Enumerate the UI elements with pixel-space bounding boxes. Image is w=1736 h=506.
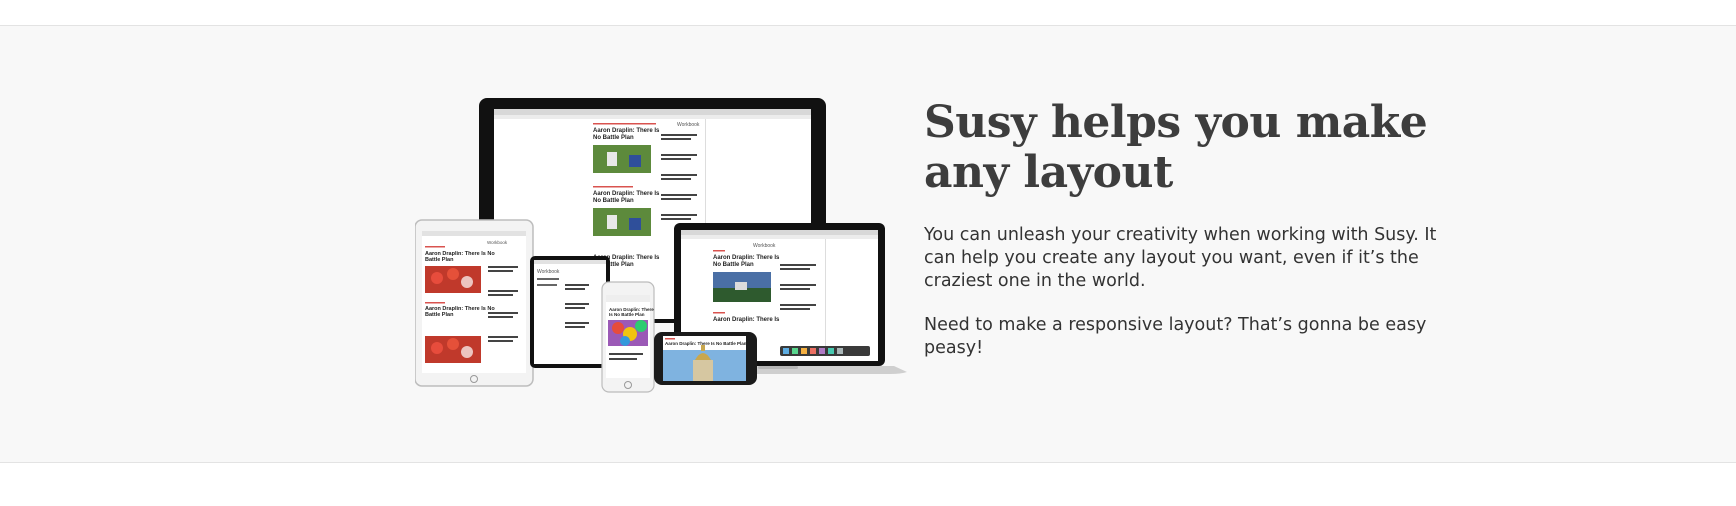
svg-text:Aaron Draplin: There Is: Aaron Draplin: There Is [713,317,780,323]
phone-portrait-icon: Aaron Draplin: There Is No Battle Plan [601,281,655,393]
svg-text:No Battle Plan: No Battle Plan [593,135,634,141]
responsive-devices-illustration: Workbook Aaron Draplin: There Is No Batt… [415,98,907,393]
feature-paragraph-creativity: You can unleash your creativity when wor… [924,225,1437,291]
feature-headline: Susy helps you make any layout [924,97,1428,198]
svg-text:Aaron Draplin: There Is: Aaron Draplin: There Is [593,191,660,197]
small-tablet-icon: Workbook [530,256,610,368]
svg-text:Workbook: Workbook [487,240,508,245]
feature-paragraph-responsive: Need to make a responsive layout? That’s… [924,315,1427,358]
svg-text:Battle Plan: Battle Plan [425,257,454,263]
svg-text:Is No Battle Plan: Is No Battle Plan [609,312,645,317]
svg-text:Workbook: Workbook [677,122,700,128]
svg-text:Battle Plan: Battle Plan [425,312,454,318]
svg-text:Aaron Draplin: There Is: Aaron Draplin: There Is [593,128,660,134]
svg-text:Aaron Draplin: There Is No Bat: Aaron Draplin: There Is No Battle Plan [665,341,747,346]
svg-text:No Battle Plan: No Battle Plan [593,198,634,204]
phone-landscape-icon: Aaron Draplin: There Is No Battle Plan [654,332,757,385]
svg-text:No Battle Plan: No Battle Plan [713,262,754,268]
svg-text:Workbook: Workbook [753,243,776,249]
tablet-icon: Workbook Aaron Draplin: There Is No Batt… [415,219,534,387]
feature-copy: Susy helps you make any layout You can u… [924,98,1444,360]
svg-text:Aaron Draplin: There Is: Aaron Draplin: There Is [713,255,780,261]
svg-text:Workbook: Workbook [537,269,560,275]
